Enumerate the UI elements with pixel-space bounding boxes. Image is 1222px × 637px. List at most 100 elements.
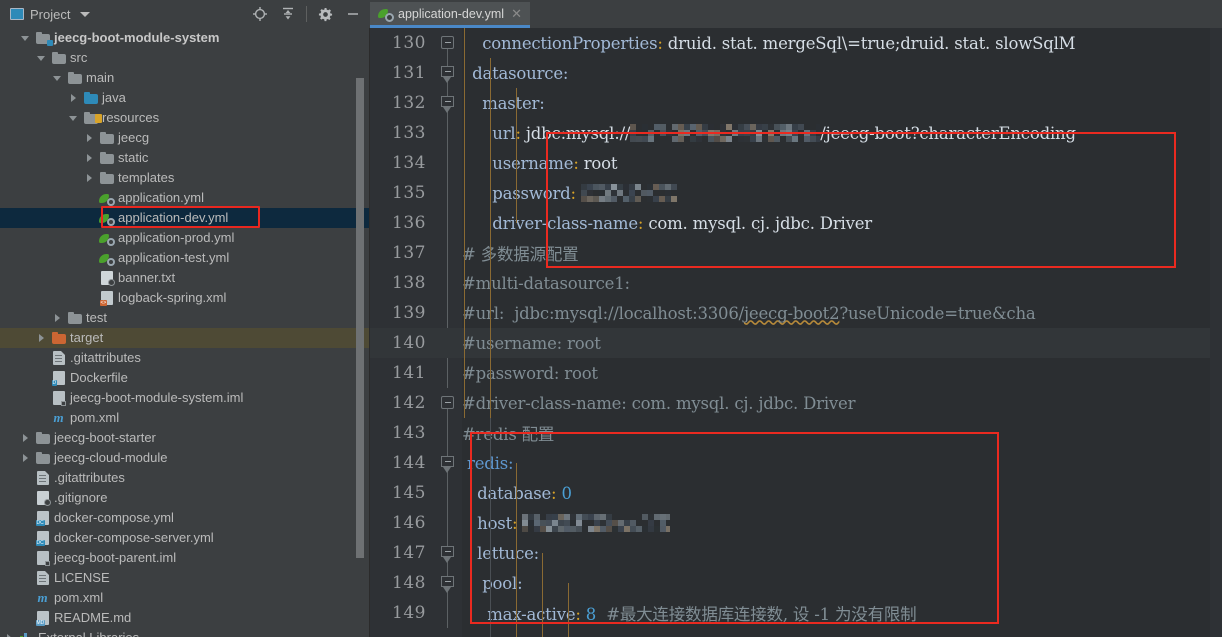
code-line[interactable]: 148 pool: [370,568,1222,598]
code-line[interactable]: 138 #multi-datasource1: [370,268,1222,298]
tree-item-test[interactable]: test [0,308,369,328]
tree-item-banner-txt[interactable]: banner.txt [0,268,369,288]
tree-item-pom-xml[interactable]: m pom.xml [0,408,369,428]
chevron-right-icon[interactable] [20,433,31,444]
tab-application-dev-yml[interactable]: application-dev.yml ✕ [370,2,530,28]
chevron-down-icon[interactable] [20,33,31,44]
chevron-right-icon[interactable] [84,153,95,164]
code-line[interactable]: 139 #url: jdbc:mysql://localhost:3306/je… [370,298,1222,328]
gear-icon[interactable] [312,2,338,26]
minimize-icon[interactable] [340,2,366,26]
chevron-down-icon[interactable] [36,53,47,64]
fold-gutter[interactable] [434,178,462,208]
code-line[interactable]: 134 username: root [370,148,1222,178]
tree-item-jeecg[interactable]: jeecg [0,128,369,148]
fold-gutter[interactable] [434,478,462,508]
code-line[interactable]: 143 #redis 配置 [370,418,1222,448]
locate-target-icon[interactable] [247,2,273,26]
fold-expand-icon[interactable] [441,546,454,564]
code-line[interactable]: 137 # 多数据源配置 [370,238,1222,268]
chevron-down-icon[interactable] [52,73,63,84]
fold-gutter[interactable] [434,448,462,478]
fold-gutter[interactable] [434,28,462,58]
fold-collapse-icon[interactable] [441,396,454,409]
code-line[interactable]: 136 driver-class-name: com. mysql. cj. j… [370,208,1222,238]
tree-item-docker-compose-yml[interactable]: DC docker-compose.yml [0,508,369,528]
tree-item-gitattributes[interactable]: .gitattributes [0,468,369,488]
code-editor[interactable]: 130 connectionProperties: druid. stat. m… [370,28,1222,637]
fold-gutter[interactable] [434,238,462,268]
code-line[interactable]: 130 connectionProperties: druid. stat. m… [370,28,1222,58]
project-tree-scrollbar[interactable] [356,78,364,558]
fold-expand-icon[interactable] [441,456,454,474]
tree-item-gitattributes[interactable]: .gitattributes [0,348,369,368]
tree-item-license[interactable]: LICENSE [0,568,369,588]
tree-item-dockerfile[interactable]: D Dockerfile [0,368,369,388]
tree-item-jeecg-boot-module-system[interactable]: jeecg-boot-module-system [0,28,369,48]
tree-item-target[interactable]: target [0,328,369,348]
fold-gutter[interactable] [434,298,462,328]
fold-gutter[interactable] [434,568,462,598]
code-line[interactable]: 135 password: [370,178,1222,208]
tree-item-src[interactable]: src [0,48,369,68]
fold-gutter[interactable] [434,598,462,628]
code-line[interactable]: 131 datasource: [370,58,1222,88]
project-panel-title[interactable]: Project [6,5,94,24]
code-line[interactable]: 142 #driver-class-name: com. mysql. cj. … [370,388,1222,418]
code-line[interactable]: 133 url: jdbc:mysql:///jeecg-boot?charac… [370,118,1222,148]
tree-item-gitignore[interactable]: .gitignore [0,488,369,508]
close-icon[interactable]: ✕ [509,7,524,20]
chevron-right-icon[interactable] [68,93,79,104]
tree-item-application-yml[interactable]: application.yml [0,188,369,208]
fold-expand-icon[interactable] [441,66,454,84]
chevron-right-icon[interactable] [52,313,63,324]
fold-gutter[interactable] [434,508,462,538]
chevron-right-icon[interactable] [84,173,95,184]
code-line[interactable]: 146 host: [370,508,1222,538]
code-line[interactable]: 144 redis: [370,448,1222,478]
chevron-down-icon[interactable] [80,11,91,17]
tree-item-application-prod-yml[interactable]: application-prod.yml [0,228,369,248]
chevron-right-icon[interactable] [20,453,31,464]
fold-gutter[interactable] [434,358,462,388]
fold-gutter[interactable] [434,418,462,448]
code-line-current[interactable]: 140 #username: root [370,328,1222,358]
tree-item-jeecg-cloud-module[interactable]: jeecg-cloud-module [0,448,369,468]
fold-gutter[interactable] [434,148,462,178]
tree-item-resources[interactable]: resources [0,108,369,128]
tree-item-jeecg-boot-parent-iml[interactable]: jeecg-boot-parent.iml [0,548,369,568]
fold-gutter[interactable] [434,88,462,118]
tree-item-pom-xml[interactable]: m pom.xml [0,588,369,608]
chevron-right-icon[interactable] [36,333,47,344]
tree-item-application-test-yml[interactable]: application-test.yml [0,248,369,268]
code-line[interactable]: 147 lettuce: [370,538,1222,568]
project-tree-panel[interactable]: jeecg-boot-module-system src main java resou… [0,28,370,637]
code-line[interactable]: 145 database: 0 [370,478,1222,508]
tree-item-readme-md[interactable]: MD README.md [0,608,369,628]
tree-item-docker-compose-server-yml[interactable]: DC docker-compose-server.yml [0,528,369,548]
fold-gutter[interactable] [434,538,462,568]
fold-gutter[interactable] [434,328,462,358]
tree-item-jeecg-boot-module-system-iml[interactable]: jeecg-boot-module-system.iml [0,388,369,408]
tree-item-java[interactable]: java [0,88,369,108]
fold-expand-icon[interactable] [441,576,454,594]
fold-collapse-icon[interactable] [441,36,454,49]
tree-item-external-libraries[interactable]: External Libraries [0,628,369,637]
fold-gutter[interactable] [434,58,462,88]
chevron-right-icon[interactable] [84,133,95,144]
chevron-down-icon[interactable] [68,113,79,124]
tree-item-templates[interactable]: templates [0,168,369,188]
tree-item-main[interactable]: main [0,68,369,88]
editor-marker-strip[interactable] [1210,28,1222,637]
code-line[interactable]: 132 master: [370,88,1222,118]
tree-item-jeecg-boot-starter[interactable]: jeecg-boot-starter [0,428,369,448]
tree-item-logback-spring-xml[interactable]: <> logback-spring.xml [0,288,369,308]
fold-expand-icon[interactable] [441,96,454,114]
fold-gutter[interactable] [434,208,462,238]
chevron-right-icon[interactable] [4,633,15,637]
fold-gutter[interactable] [434,388,462,418]
fold-gutter[interactable] [434,118,462,148]
fold-gutter[interactable] [434,268,462,298]
code-line[interactable]: 141 #password: root [370,358,1222,388]
code-line[interactable]: 149 max-active: 8 #最大连接数据库连接数, 设 -1 为没有限… [370,598,1222,628]
